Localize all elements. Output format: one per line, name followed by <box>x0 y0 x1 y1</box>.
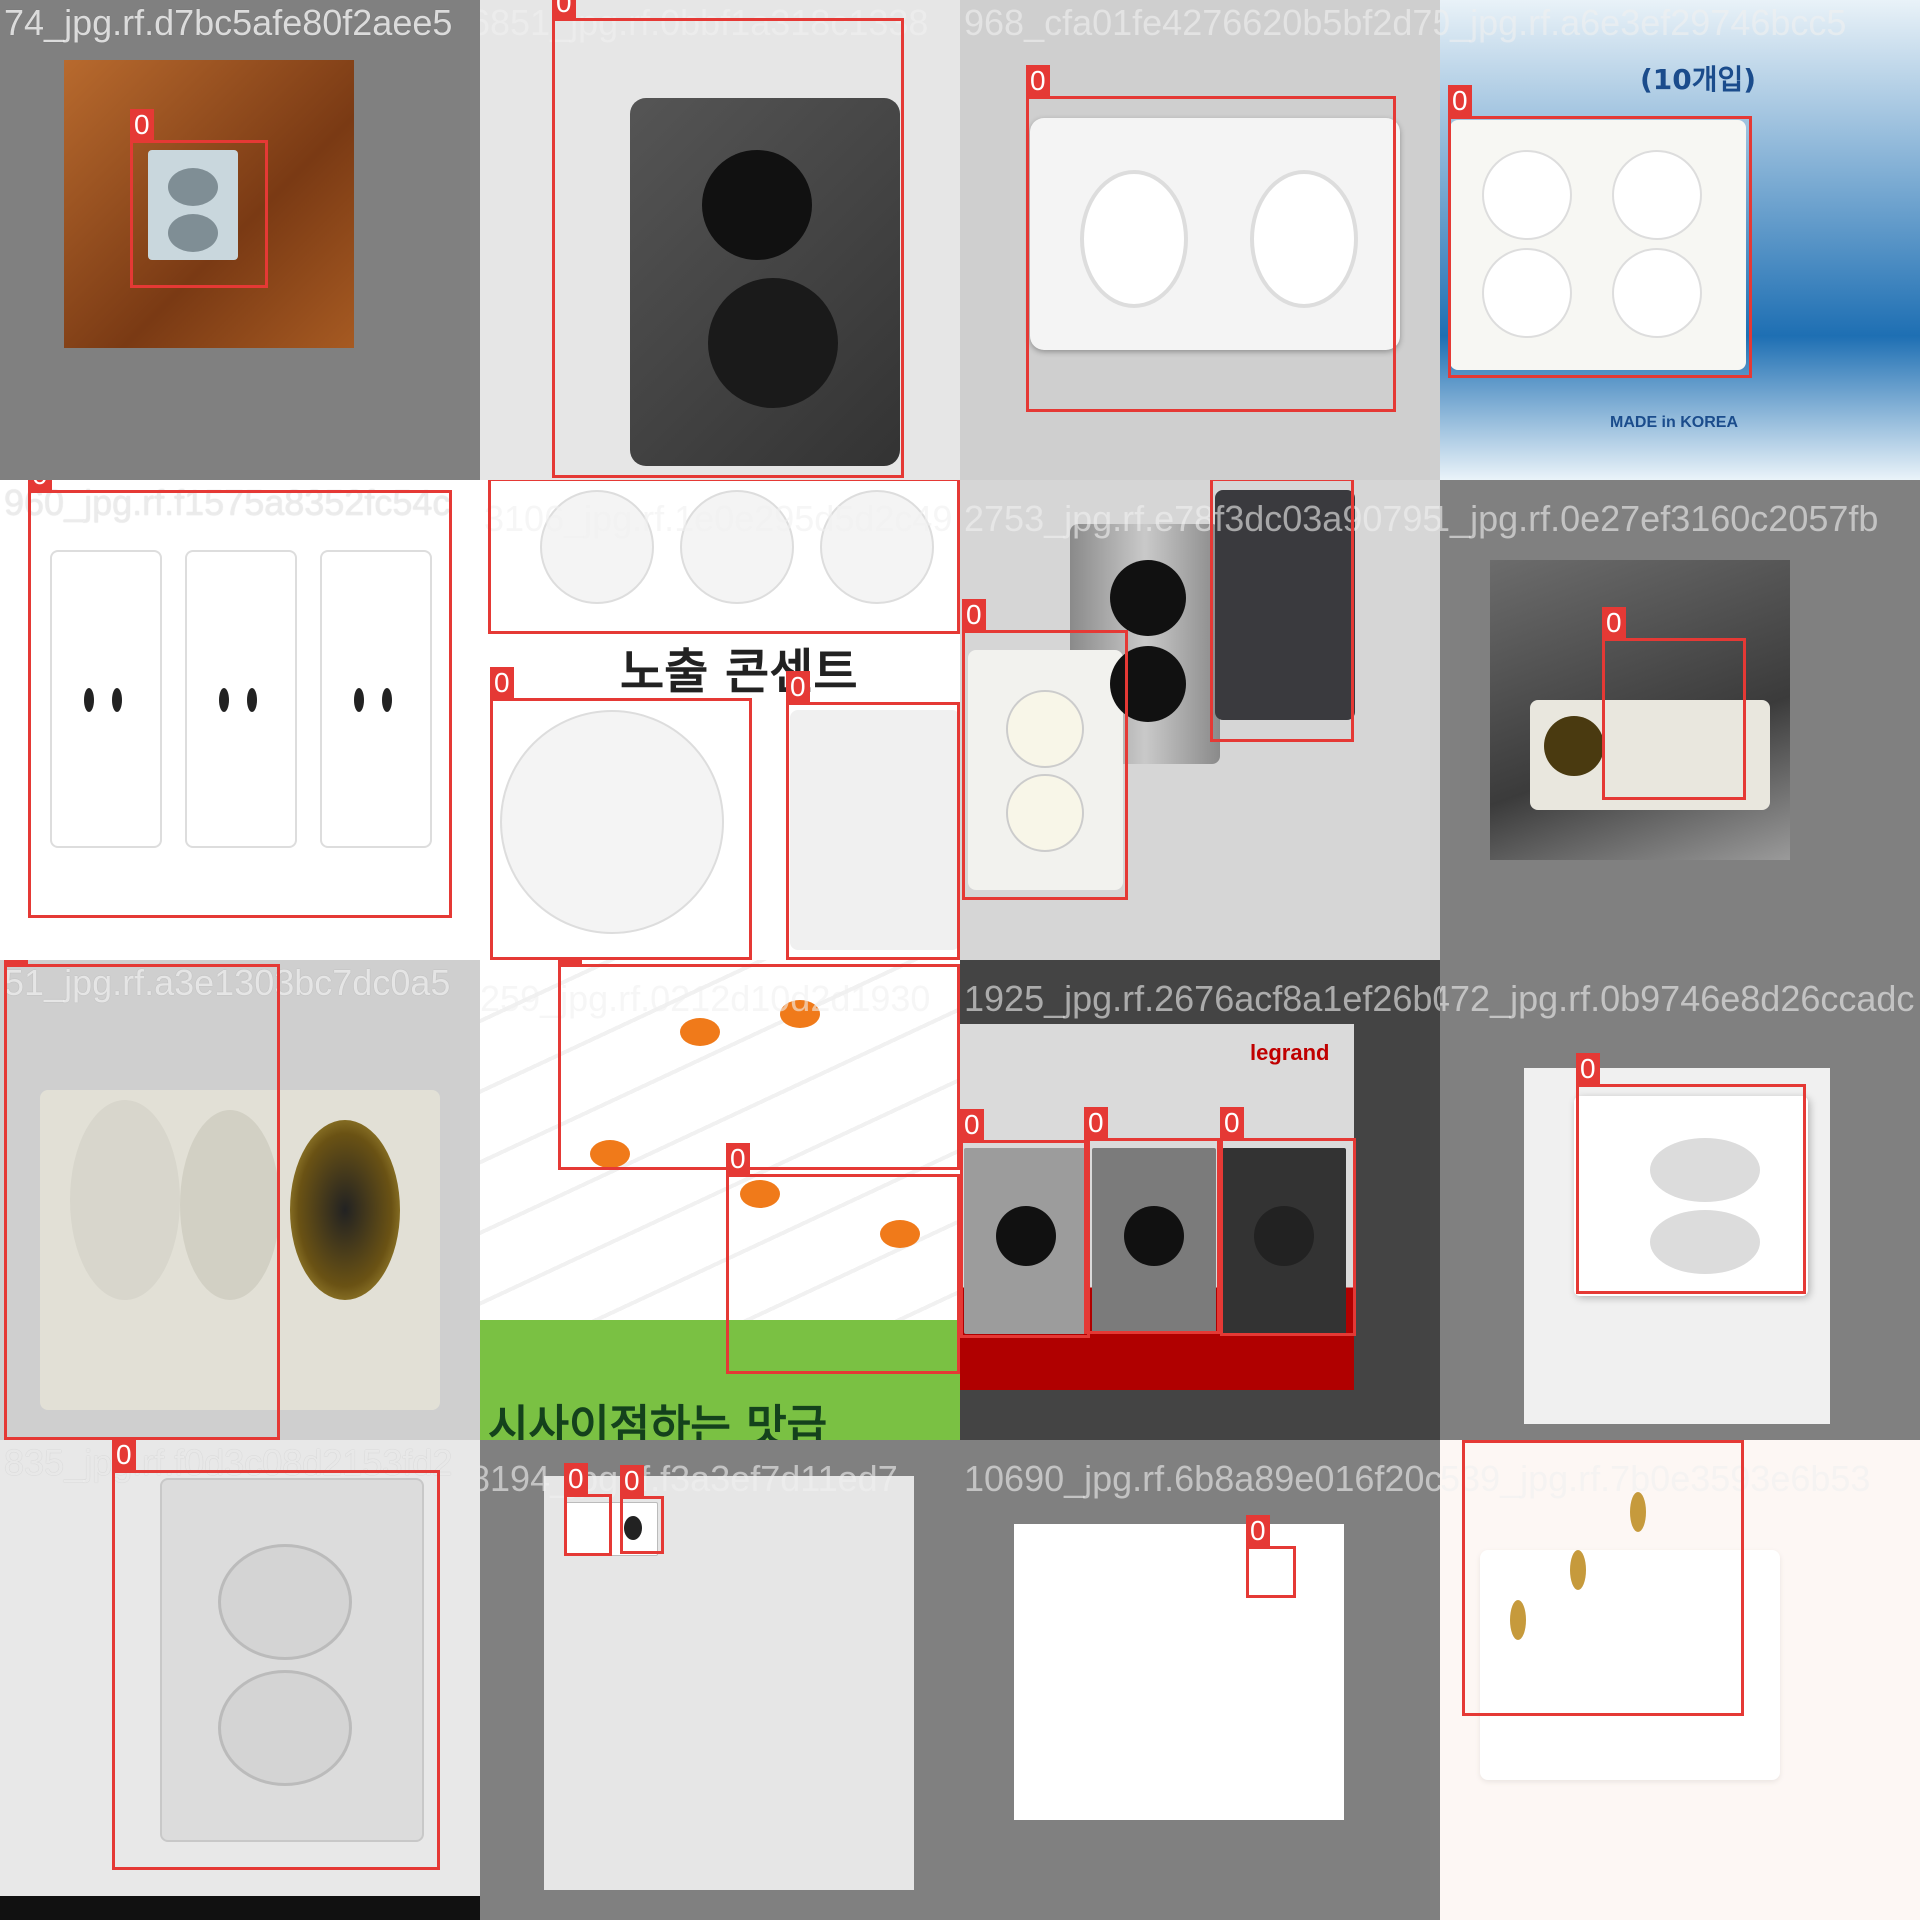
socket <box>1110 560 1186 636</box>
tile-13: 0 835_jpg.rf.f0d3c08d2153fd2 <box>0 1440 480 1920</box>
detection-box: 0 <box>1210 480 1354 742</box>
class-label: 0 <box>28 480 52 490</box>
class-label: 0 <box>962 599 986 630</box>
detection-box: 0 <box>1576 1053 1806 1294</box>
image-caption: 472_jpg.rf.0b9746e8d26ccadc <box>1440 978 1915 1019</box>
tile-7: 0 0 2753_jpg.rf.e78f3dc03a907959 <box>960 480 1440 960</box>
image-caption: 1925_jpg.rf.2676acf8a1ef26b05 <box>964 978 1440 1019</box>
class-label: 0 <box>1602 607 1626 638</box>
tile-10: 시사이점하는 맛급 0 0 3259_jpg.rf.0212d10d2d1930 <box>480 960 960 1440</box>
detection-box: 0 <box>112 1440 440 1870</box>
class-label: 0 <box>490 667 514 698</box>
detection-box: 0 <box>488 480 960 634</box>
tile-11: legrand 0 0 0 1925_jpg.rf.2676acf8a1ef26… <box>960 960 1440 1440</box>
detection-box: 0 <box>1220 1107 1356 1336</box>
tile-6: 노출 콘센트 0 0 0 3106_jpg.rf.1e0e295d5d2c49 <box>480 480 960 960</box>
detection-mosaic: 0 74_jpg.rf.d7bc5afe80f2aee5 0 6851_jpg.… <box>0 0 1920 1920</box>
detection-box: 0 <box>564 1463 612 1556</box>
class-label: 0 <box>564 1463 588 1494</box>
class-label: 0 <box>960 1109 984 1140</box>
class-label: 0 <box>130 109 154 140</box>
detection-box: 0 <box>28 480 452 918</box>
tile-3: 0 968_cfa01fe4276620b5bf2d758 <box>960 0 1440 480</box>
black-floor <box>0 1896 480 1920</box>
class-label: 0 <box>620 1465 644 1496</box>
detection-box: 0 <box>1448 85 1752 378</box>
detection-box: 0 <box>1602 607 1746 800</box>
product-heading: 노출 콘센트 <box>620 644 858 700</box>
tile-12: 0 472_jpg.rf.0b9746e8d26ccadc <box>1440 960 1920 1440</box>
detection-box: 0 <box>1084 1107 1220 1334</box>
made-in-korea-badge: MADE in KOREA <box>1610 414 1738 431</box>
detection-box: 0 <box>552 0 904 478</box>
image-caption: 74_jpg.rf.d7bc5afe80f2aee5 <box>4 2 453 43</box>
tile-9: 0 51_jpg.rf.a3e1303bc7dc0a5 <box>0 960 480 1440</box>
class-label: 0 <box>1026 65 1050 96</box>
tile-8: 0 91_jpg.rf.0e27ef3160c2057fb <box>1440 480 1920 960</box>
class-label: 0 <box>552 0 576 18</box>
detection-box: 0 <box>1462 1440 1744 1716</box>
tile-16: 0 8539_jpg.rf.7b0e3593e6b53 <box>1440 1440 1920 1920</box>
class-label: 0 <box>112 1440 136 1470</box>
image-caption: 9510_jpg.rf.a6e3ef29746bcc5 <box>1440 2 1847 43</box>
detection-box: 0 <box>130 109 268 288</box>
banner-text: (10개입) <box>1640 63 1757 96</box>
tile-1: 0 74_jpg.rf.d7bc5afe80f2aee5 <box>0 0 480 480</box>
green-banner-text: 시사이점하는 맛급 <box>488 1401 828 1440</box>
class-label: 0 <box>1448 85 1472 116</box>
detection-box: 0 <box>490 667 752 960</box>
tile-5: 0 960_jpg.rf.f1575a8352fc54c <box>0 480 480 960</box>
detection-box: 0 <box>620 1465 664 1554</box>
class-label: 0 <box>1084 1107 1108 1138</box>
class-label: 0 <box>726 1143 750 1174</box>
detection-box: 0 <box>1026 65 1396 412</box>
class-label: 0 <box>1220 1107 1244 1138</box>
tile-15: 0 10690_jpg.rf.6b8a89e016f20c <box>960 1440 1440 1920</box>
detection-box: 0 <box>962 599 1128 900</box>
class-label: 0 <box>786 671 810 702</box>
burned-socket <box>1544 716 1604 776</box>
detection-box: 0 <box>726 1143 960 1374</box>
detection-box: 0 <box>960 1109 1090 1338</box>
class-label: 0 <box>558 960 582 964</box>
detection-box: 0 <box>558 960 960 1170</box>
class-label: 0 <box>1576 1053 1600 1084</box>
image-caption: 968_cfa01fe4276620b5bf2d758 <box>964 2 1440 43</box>
class-label: 0 <box>4 960 28 964</box>
tile-2: 0 6851_jpg.rf.0bbf1a318c1338 <box>480 0 960 480</box>
image-caption: 91_jpg.rf.0e27ef3160c2057fb <box>1440 498 1879 539</box>
image-caption: 10690_jpg.rf.6b8a89e016f20c <box>964 1458 1440 1499</box>
tile-14: 0 0 8194_jpg.rf.f3a3ef7d11ed7 <box>480 1440 960 1920</box>
detection-box: 0 <box>1246 1515 1296 1598</box>
burned-socket <box>290 1120 400 1300</box>
tile-4: (10개입) MADE in KOREA 0 9510_jpg.rf.a6e3e… <box>1440 0 1920 480</box>
legrand-logo: legrand <box>1250 1040 1330 1065</box>
detection-box: 0 <box>4 960 280 1440</box>
class-label: 0 <box>1246 1515 1270 1546</box>
detection-box: 0 <box>786 671 960 960</box>
